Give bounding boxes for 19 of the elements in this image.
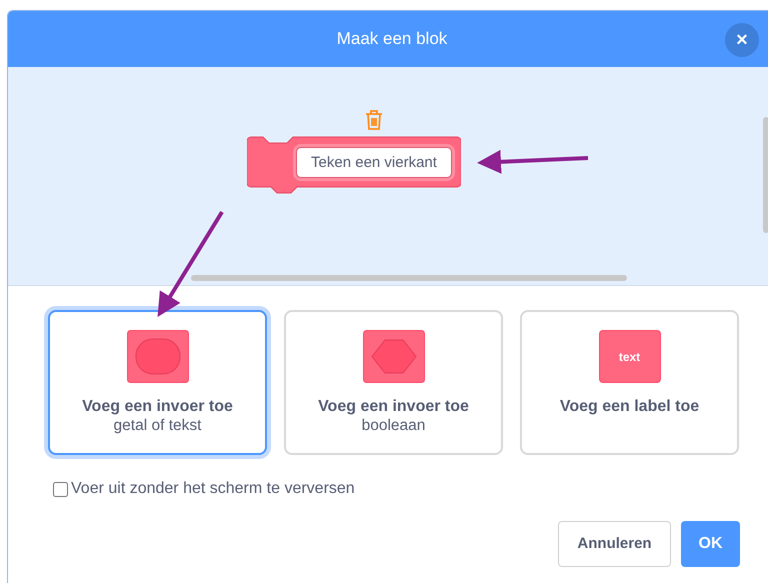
checkbox-label: Voer uit zonder het scherm te verversen: [71, 479, 355, 499]
round-input-icon: [126, 330, 188, 383]
option-subtitle: getal of tekst: [114, 416, 202, 435]
dialog-title: Maak een blok: [336, 28, 448, 50]
option-title: Voeg een invoer toe: [318, 397, 469, 416]
option-title: Voeg een invoer toe: [82, 397, 233, 416]
checkbox[interactable]: [53, 482, 68, 496]
option-title: Voeg een label toe: [560, 397, 700, 416]
close-button[interactable]: ×: [725, 23, 759, 57]
option-subtitle: booleaan: [362, 416, 426, 435]
trash-icon[interactable]: [364, 109, 384, 131]
label-icon: text: [598, 330, 660, 383]
block-name-field[interactable]: Teken een vierkant: [296, 147, 452, 178]
input-type-option[interactable]: Voeg een invoer toe booleaan: [284, 310, 503, 455]
input-type-option[interactable]: text Voeg een label toe: [520, 310, 739, 455]
horizontal-scrollbar[interactable]: [191, 275, 627, 281]
hexagon-input-icon: [362, 330, 424, 383]
vertical-scrollbar[interactable]: [763, 117, 768, 233]
cancel-button[interactable]: Annuleren: [558, 521, 671, 567]
